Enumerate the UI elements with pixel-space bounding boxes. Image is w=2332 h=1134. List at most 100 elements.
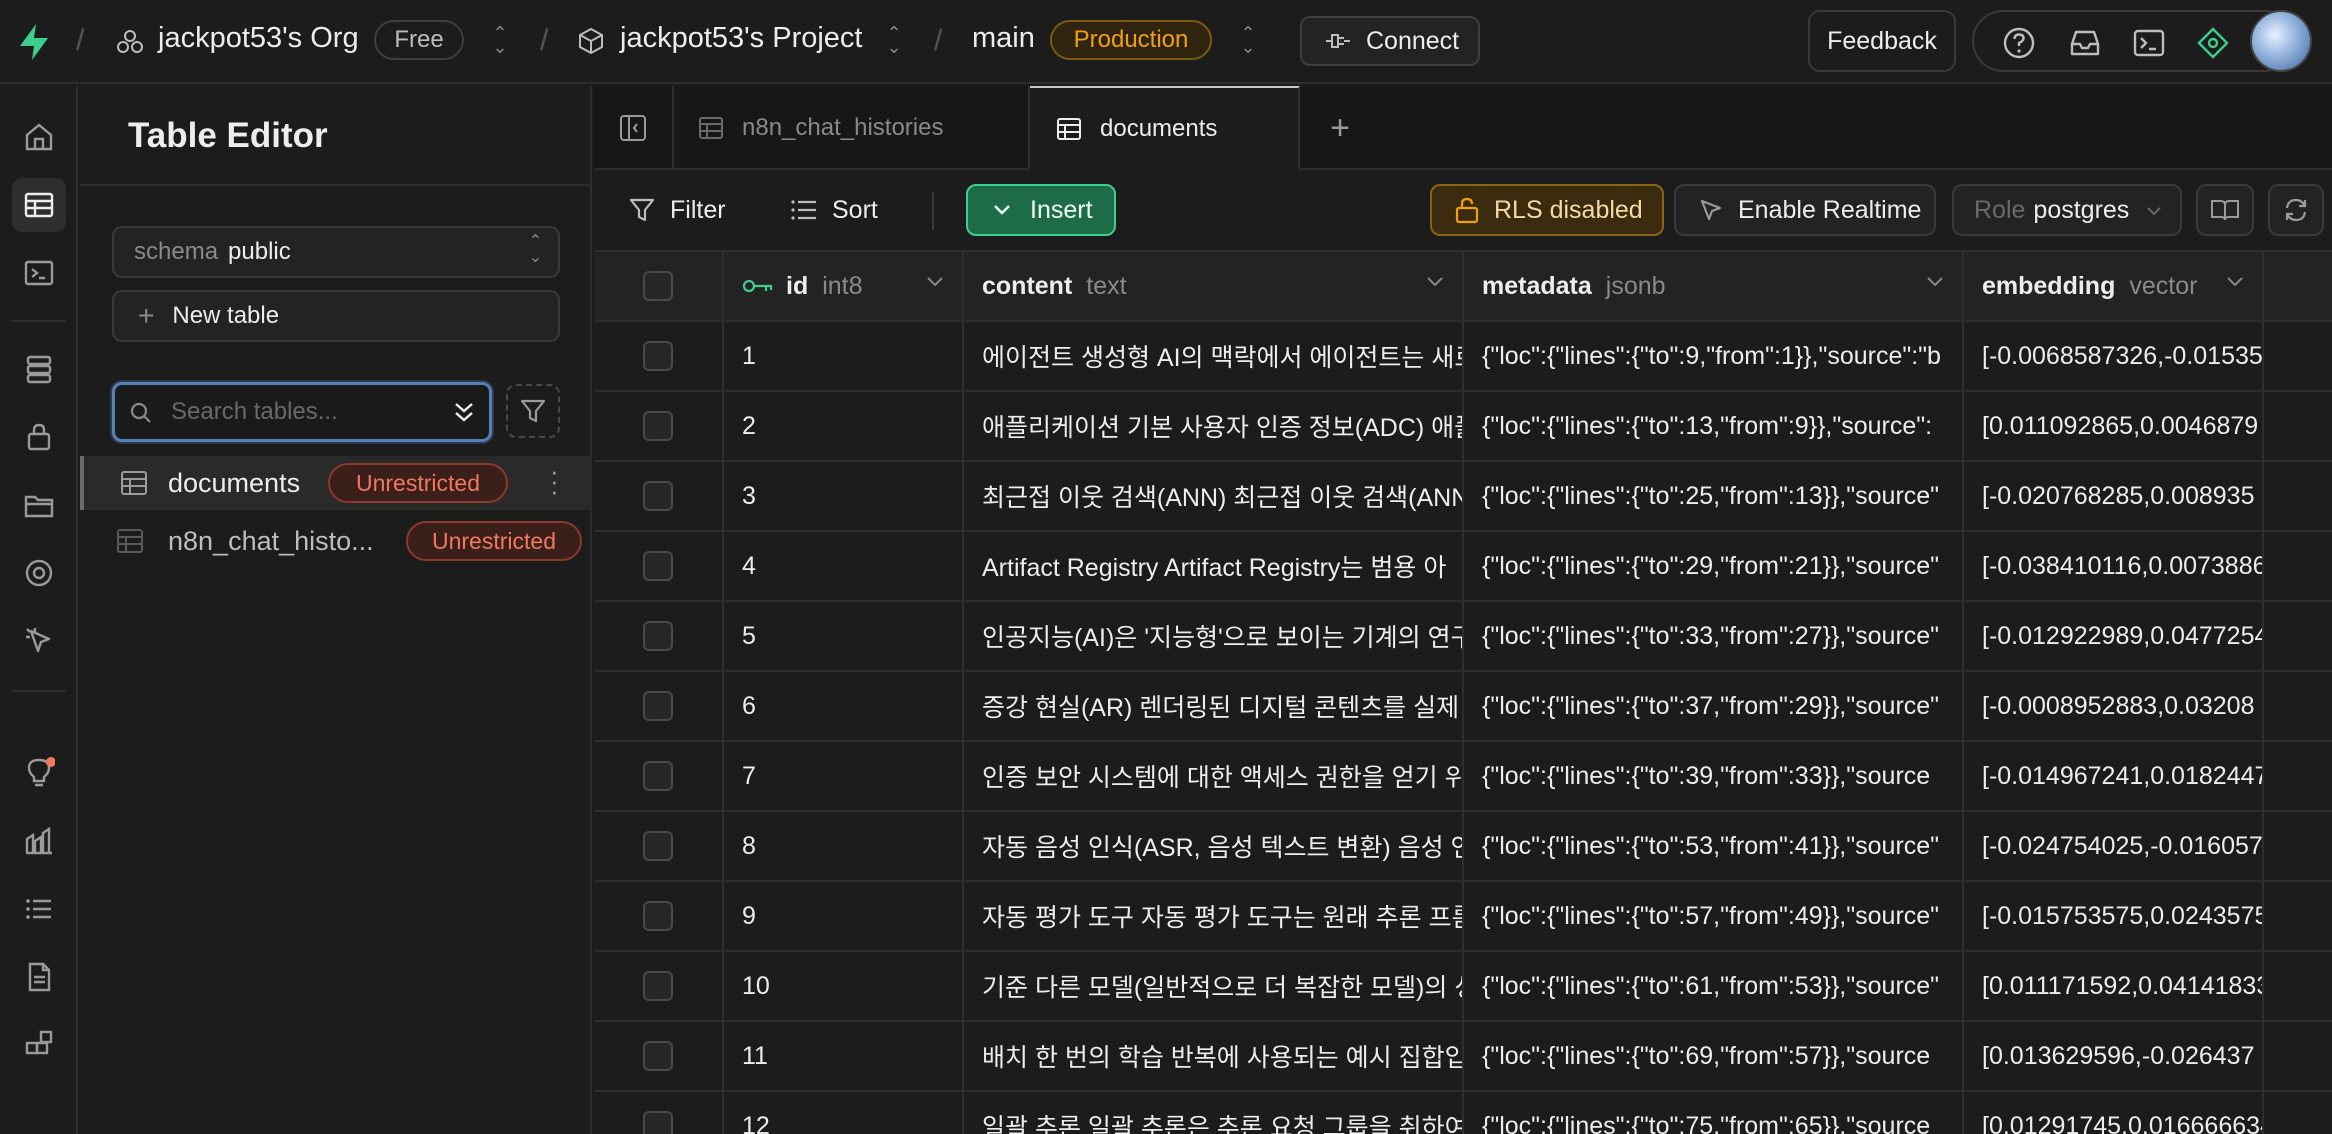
id-cell[interactable]: 8: [724, 812, 964, 880]
tab-documents[interactable]: documents: [1030, 86, 1300, 170]
table-row[interactable]: 12 일괄 추론 일괄 추론은 추론 요청 그룹을 취하여 하 {"loc":{"l…: [594, 1092, 2332, 1134]
id-cell[interactable]: 7: [724, 742, 964, 810]
toggle-sidebar-button[interactable]: [594, 86, 674, 170]
embedding-cell[interactable]: [0.01291745,0.016666634: [1964, 1092, 2264, 1134]
select-all-checkbox[interactable]: [643, 271, 673, 301]
branch-name[interactable]: main: [972, 22, 1035, 55]
auth-nav[interactable]: [12, 410, 66, 464]
row-checkbox[interactable]: [643, 691, 673, 721]
project-name[interactable]: jackpot53's Project: [620, 22, 863, 55]
column-header-content[interactable]: content text: [964, 252, 1464, 320]
supabase-logo-icon[interactable]: [12, 20, 56, 64]
integrations-nav[interactable]: [12, 1018, 66, 1072]
metadata-cell[interactable]: {"loc":{"lines":{"to":69,"from":57}},"so…: [1464, 1022, 1964, 1090]
table-row[interactable]: 2 애플리케이션 기본 사용자 인증 정보(ADC) 애플 {"loc":{"lin…: [594, 392, 2332, 462]
id-cell[interactable]: 9: [724, 882, 964, 950]
id-cell[interactable]: 12: [724, 1092, 964, 1134]
embedding-cell[interactable]: [-0.0068587326,-0.01535: [1964, 322, 2264, 390]
embedding-cell[interactable]: [-0.024754025,-0.016057: [1964, 812, 2264, 880]
column-header-id[interactable]: id int8: [724, 252, 964, 320]
metadata-cell[interactable]: {"loc":{"lines":{"to":25,"from":13}},"so…: [1464, 462, 1964, 530]
column-header-metadata[interactable]: metadata jsonb: [1464, 252, 1964, 320]
embedding-cell[interactable]: [-0.014967241,0.0182447: [1964, 742, 2264, 810]
id-cell[interactable]: 4: [724, 532, 964, 600]
metadata-cell[interactable]: {"loc":{"lines":{"to":33,"from":27}},"so…: [1464, 602, 1964, 670]
sort-button[interactable]: Sort: [790, 184, 878, 236]
filter-tables-button[interactable]: [506, 384, 560, 438]
metadata-cell[interactable]: {"loc":{"lines":{"to":9,"from":1}},"sour…: [1464, 322, 1964, 390]
content-cell[interactable]: 인증 보안 시스템에 대한 액세스 권한을 얻기 위해: [964, 742, 1464, 810]
row-checkbox[interactable]: [643, 971, 673, 1001]
content-cell[interactable]: Artifact Registry Artifact Registry는 범용 …: [964, 532, 1464, 600]
reports-nav[interactable]: [12, 814, 66, 868]
advisors-nav[interactable]: [12, 746, 66, 800]
row-checkbox[interactable]: [643, 481, 673, 511]
embedding-cell[interactable]: [0.011171592,0.04141833,: [1964, 952, 2264, 1020]
assistant-icon[interactable]: [2196, 26, 2230, 60]
content-cell[interactable]: 인공지능(AI)은 '지능형'으로 보이는 기계의 연구: [964, 602, 1464, 670]
row-checkbox[interactable]: [643, 551, 673, 581]
id-cell[interactable]: 11: [724, 1022, 964, 1090]
schema-select[interactable]: schema public ⌃ ⌄: [112, 226, 560, 278]
id-cell[interactable]: 10: [724, 952, 964, 1020]
metadata-cell[interactable]: {"loc":{"lines":{"to":13,"from":9}},"sou…: [1464, 392, 1964, 460]
table-row[interactable]: 1 에이전트 생성형 AI의 맥락에서 에이전트는 새로 {"loc":{"line…: [594, 322, 2332, 392]
chevrons-down-icon[interactable]: [451, 399, 477, 427]
table-list-item[interactable]: n8n_chat_histo... Unrestricted: [80, 514, 592, 568]
table-row[interactable]: 3 최근접 이웃 검색(ANN) 최근접 이웃 검색(ANN {"loc":{"li…: [594, 462, 2332, 532]
table-row[interactable]: 5 인공지능(AI)은 '지능형'으로 보이는 기계의 연구 {"loc":{"li…: [594, 602, 2332, 672]
chevron-down-icon[interactable]: [2226, 276, 2244, 288]
row-checkbox[interactable]: [643, 831, 673, 861]
id-cell[interactable]: 2: [724, 392, 964, 460]
realtime-nav[interactable]: [12, 614, 66, 668]
table-row[interactable]: 9 자동 평가 도구 자동 평가 도구는 원래 추론 프롬프 {"loc":{"li…: [594, 882, 2332, 952]
embedding-cell[interactable]: [0.011092865,0.0046879: [1964, 392, 2264, 460]
more-options-icon[interactable]: · · ·: [550, 458, 559, 504]
chevron-down-icon[interactable]: [926, 276, 944, 288]
connect-button[interactable]: Connect: [1300, 16, 1480, 66]
table-row[interactable]: 6 증강 현실(AR) 렌더링된 디지털 콘텐츠를 실제 환 {"loc":{"li…: [594, 672, 2332, 742]
id-cell[interactable]: 1: [724, 322, 964, 390]
table-list-item[interactable]: documents Unrestricted · · ·: [80, 456, 592, 510]
column-header-embedding[interactable]: embedding vector: [1964, 252, 2264, 320]
embedding-cell[interactable]: [-0.015753575,0.0243575: [1964, 882, 2264, 950]
refresh-button[interactable]: [2268, 184, 2324, 236]
table-editor-nav[interactable]: [12, 178, 66, 232]
inbox-icon[interactable]: [2068, 26, 2102, 60]
org-switcher-icon[interactable]: ⌃ ⌄: [490, 24, 510, 56]
content-cell[interactable]: 에이전트 생성형 AI의 맥락에서 에이전트는 새로: [964, 322, 1464, 390]
content-cell[interactable]: 기준 다른 모델(일반적으로 더 복잡한 모델)의 성능: [964, 952, 1464, 1020]
table-row[interactable]: 11 배치 한 번의 학습 반복에 사용되는 예시 집합입니 {"loc":{"li…: [594, 1022, 2332, 1092]
tab-n8n-chat-histories[interactable]: n8n_chat_histories: [674, 86, 1030, 170]
embedding-cell[interactable]: [0.013629596,-0.026437: [1964, 1022, 2264, 1090]
row-checkbox[interactable]: [643, 761, 673, 791]
sql-editor-nav[interactable]: [12, 246, 66, 300]
metadata-cell[interactable]: {"loc":{"lines":{"to":75,"from":65}},"so…: [1464, 1092, 1964, 1134]
branch-switcher-icon[interactable]: ⌃ ⌄: [1238, 24, 1258, 56]
table-row[interactable]: 10 기준 다른 모델(일반적으로 더 복잡한 모델)의 성능 {"loc":{"l…: [594, 952, 2332, 1022]
feedback-button[interactable]: Feedback: [1808, 10, 1956, 72]
insert-button[interactable]: Insert: [966, 184, 1116, 236]
row-checkbox[interactable]: [643, 411, 673, 441]
id-cell[interactable]: 5: [724, 602, 964, 670]
terminal-icon[interactable]: [2132, 26, 2166, 60]
table-row[interactable]: 8 자동 음성 인식(ASR, 음성 텍스트 변환) 음성 언어 {"loc":{"…: [594, 812, 2332, 882]
row-checkbox[interactable]: [643, 341, 673, 371]
content-cell[interactable]: 애플리케이션 기본 사용자 인증 정보(ADC) 애플: [964, 392, 1464, 460]
metadata-cell[interactable]: {"loc":{"lines":{"to":61,"from":53}},"so…: [1464, 952, 1964, 1020]
logs-nav[interactable]: [12, 882, 66, 936]
metadata-cell[interactable]: {"loc":{"lines":{"to":39,"from":33}},"so…: [1464, 742, 1964, 810]
metadata-cell[interactable]: {"loc":{"lines":{"to":29,"from":21}},"so…: [1464, 532, 1964, 600]
table-row[interactable]: 7 인증 보안 시스템에 대한 액세스 권한을 얻기 위해 {"loc":{"lin…: [594, 742, 2332, 812]
content-cell[interactable]: 증강 현실(AR) 렌더링된 디지털 콘텐츠를 실제 환: [964, 672, 1464, 740]
embedding-cell[interactable]: [-0.020768285,0.008935: [1964, 462, 2264, 530]
database-nav[interactable]: [12, 342, 66, 396]
project-switcher-icon[interactable]: ⌃ ⌄: [884, 24, 904, 56]
row-checkbox[interactable]: [643, 1111, 673, 1134]
metadata-cell[interactable]: {"loc":{"lines":{"to":37,"from":29}},"so…: [1464, 672, 1964, 740]
content-cell[interactable]: 일괄 추론 일괄 추론은 추론 요청 그룹을 취하여 하: [964, 1092, 1464, 1134]
content-cell[interactable]: 자동 평가 도구 자동 평가 도구는 원래 추론 프롬프: [964, 882, 1464, 950]
metadata-cell[interactable]: {"loc":{"lines":{"to":57,"from":49}},"so…: [1464, 882, 1964, 950]
chevron-down-icon[interactable]: [1426, 276, 1444, 288]
metadata-cell[interactable]: {"loc":{"lines":{"to":53,"from":41}},"so…: [1464, 812, 1964, 880]
